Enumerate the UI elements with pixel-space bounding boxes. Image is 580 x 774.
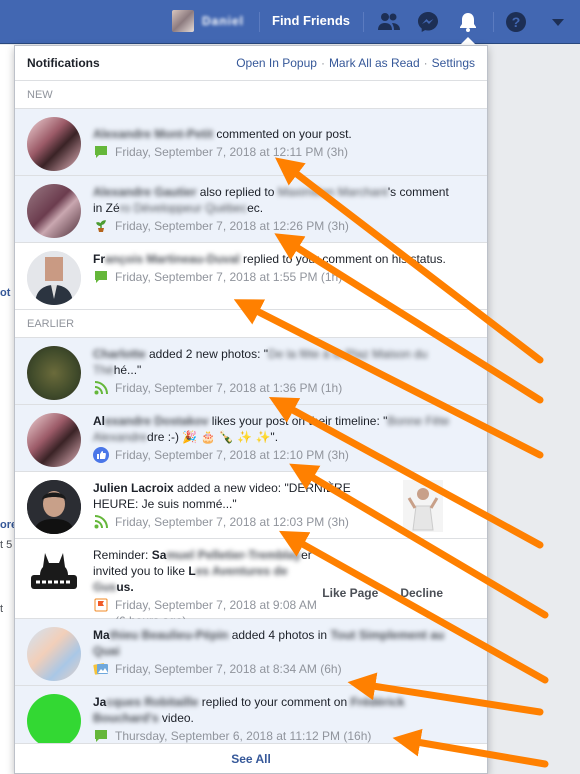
profile-link[interactable]: Daniel xyxy=(172,10,244,32)
avatar xyxy=(27,694,81,748)
messenger-icon[interactable] xyxy=(415,9,441,35)
notification-item[interactable]: Alexandre Dostakov likes your post on th… xyxy=(15,405,487,472)
top-navigation-bar: Daniel Find Friends ? xyxy=(0,0,580,44)
actor-name[interactable]: Alexandre Gautier xyxy=(93,185,196,199)
actor-name[interactable]: Sa xyxy=(152,548,167,562)
page-name[interactable]: L xyxy=(188,564,195,578)
actor-name[interactable]: Julien Lacroix xyxy=(93,481,174,495)
fragment-text: ot xyxy=(0,287,11,299)
notification-text: added 2 new photos: " xyxy=(145,347,269,361)
notification-item[interactable]: François Martineau-Duval replied to your… xyxy=(15,243,487,310)
notification-time: Friday, September 7, 2018 at 12:26 PM (3… xyxy=(115,219,349,233)
like-icon xyxy=(93,447,109,463)
header-links: Open In Popup · Mark All as Read · Settings xyxy=(236,56,475,70)
avatar xyxy=(27,480,81,534)
separator-dot: · xyxy=(320,56,325,70)
dropdown-pointer xyxy=(460,37,476,45)
notifications-bell-icon[interactable] xyxy=(455,9,481,35)
avatar xyxy=(27,117,81,171)
notification-time: Friday, September 7, 2018 at 1:55 PM (1h… xyxy=(115,270,343,284)
plant-icon xyxy=(93,218,109,234)
notification-time: Friday, September 7, 2018 at 12:03 PM (3… xyxy=(115,515,349,529)
actor-name[interactable]: Alexandre Mont-Petit xyxy=(93,127,213,141)
help-icon[interactable]: ? xyxy=(503,9,529,35)
redacted-name: muel Pelletier-Tremblay xyxy=(166,548,302,562)
see-all-link[interactable]: See All xyxy=(15,743,487,773)
like-page-button[interactable]: Like Page xyxy=(322,586,378,600)
avatar xyxy=(27,346,81,400)
notification-text: replied to your comment on his status. xyxy=(239,252,446,266)
comment-icon xyxy=(93,728,109,744)
svg-text:?: ? xyxy=(512,14,521,30)
open-in-popup-link[interactable]: Open In Popup xyxy=(236,56,317,70)
mark-all-read-link[interactable]: Mark All as Read xyxy=(329,56,420,70)
notification-text: replied to your comment on xyxy=(198,695,351,709)
notification-text: video. xyxy=(158,711,194,725)
notifications-header: Notifications Open In Popup · Mark All as … xyxy=(15,46,487,81)
notification-time: Friday, September 7, 2018 at 12:10 PM (3… xyxy=(115,448,349,462)
redacted-name: ançois Martineau-Duval xyxy=(105,252,240,266)
friends-icon[interactable] xyxy=(376,9,402,35)
settings-link[interactable]: Settings xyxy=(432,56,475,70)
avatar xyxy=(27,184,81,238)
notification-time: Thursday, September 6, 2018 at 11:12 PM … xyxy=(115,729,372,743)
divider xyxy=(493,12,494,32)
feed-icon xyxy=(93,514,109,530)
section-new: NEW xyxy=(15,81,487,109)
user-avatar xyxy=(172,10,194,32)
notification-time: Friday, September 7, 2018 at 8:34 AM (6h… xyxy=(115,662,342,676)
notification-text: added 4 photos in xyxy=(228,628,331,642)
actor-name[interactable]: Al xyxy=(93,414,105,428)
notification-item[interactable]: Julien Lacroix added a new video: "DERNI… xyxy=(15,472,487,539)
separator-dot: · xyxy=(423,56,428,70)
notification-text: ec. xyxy=(247,201,264,215)
flag-icon xyxy=(93,597,109,613)
account-menu-chevron-icon[interactable] xyxy=(545,9,571,35)
notification-text: also replied to xyxy=(196,185,278,199)
avatar xyxy=(27,627,81,681)
fragment-text: t xyxy=(0,603,4,615)
section-earlier: EARLIER xyxy=(15,310,487,338)
comment-icon xyxy=(93,269,109,285)
reminder-label: Reminder: xyxy=(93,548,152,562)
feed-icon xyxy=(93,380,109,396)
redacted-name: cques Robitaille xyxy=(106,695,199,709)
notifications-panel: Notifications Open In Popup · Mark All as … xyxy=(14,45,488,774)
notification-item[interactable]: Alexandre Mont-Petit commented on your p… xyxy=(15,109,487,176)
redacted-name: exandre Dostakov xyxy=(105,414,209,428)
fragment-text: t 5 xyxy=(0,539,13,551)
divider xyxy=(259,12,260,32)
video-thumbnail[interactable] xyxy=(403,480,443,532)
notification-item[interactable]: Alexandre Gautier also replied to Maximi… xyxy=(15,176,487,243)
redacted-name: thieu Beaulieu-Pépin xyxy=(109,628,229,642)
find-friends-link[interactable]: Find Friends xyxy=(272,13,350,28)
redacted-group: ro Développeur Québec xyxy=(119,201,248,215)
notifications-title: Notifications xyxy=(27,56,100,70)
notification-time: Friday, September 7, 2018 at 12:11 PM (3… xyxy=(115,145,349,159)
notification-text: commented on your post. xyxy=(213,127,352,141)
redacted-name: Maximilien Marchant xyxy=(277,185,388,199)
notification-item[interactable]: Mathieu Beaulieu-Pépin added 4 photos in… xyxy=(15,619,487,686)
actor-name[interactable]: Ja xyxy=(93,695,106,709)
notification-text: hé..." xyxy=(113,363,142,377)
notification-text: us. xyxy=(116,580,134,594)
background-page-fragment: ot ore t 5 t xyxy=(0,45,17,774)
actor-name[interactable]: Fr xyxy=(93,252,105,266)
notification-text: likes your post on their timeline: " xyxy=(208,414,388,428)
notification-time: Friday, September 7, 2018 at 1:36 PM (1h… xyxy=(115,381,343,395)
comment-icon xyxy=(93,144,109,160)
actor-name[interactable]: Charlotte xyxy=(93,347,146,361)
notification-item[interactable]: Charlotte added 2 new photos: "De la fêt… xyxy=(15,338,487,405)
avatar xyxy=(27,413,81,467)
decline-button[interactable]: Decline xyxy=(400,586,443,600)
notification-text: dre :-) 🎉 🎂 🍾 ✨ ✨". xyxy=(147,430,279,444)
actor-name[interactable]: Ma xyxy=(93,628,110,642)
photos-icon xyxy=(93,661,109,677)
avatar xyxy=(27,251,81,305)
notification-item[interactable]: Reminder: Samuel Pelletier-Tremblayer in… xyxy=(15,539,487,628)
avatar xyxy=(27,547,81,601)
divider xyxy=(363,12,364,32)
invite-actions: Like Page Decline xyxy=(322,586,443,600)
user-name: Daniel xyxy=(202,14,245,28)
